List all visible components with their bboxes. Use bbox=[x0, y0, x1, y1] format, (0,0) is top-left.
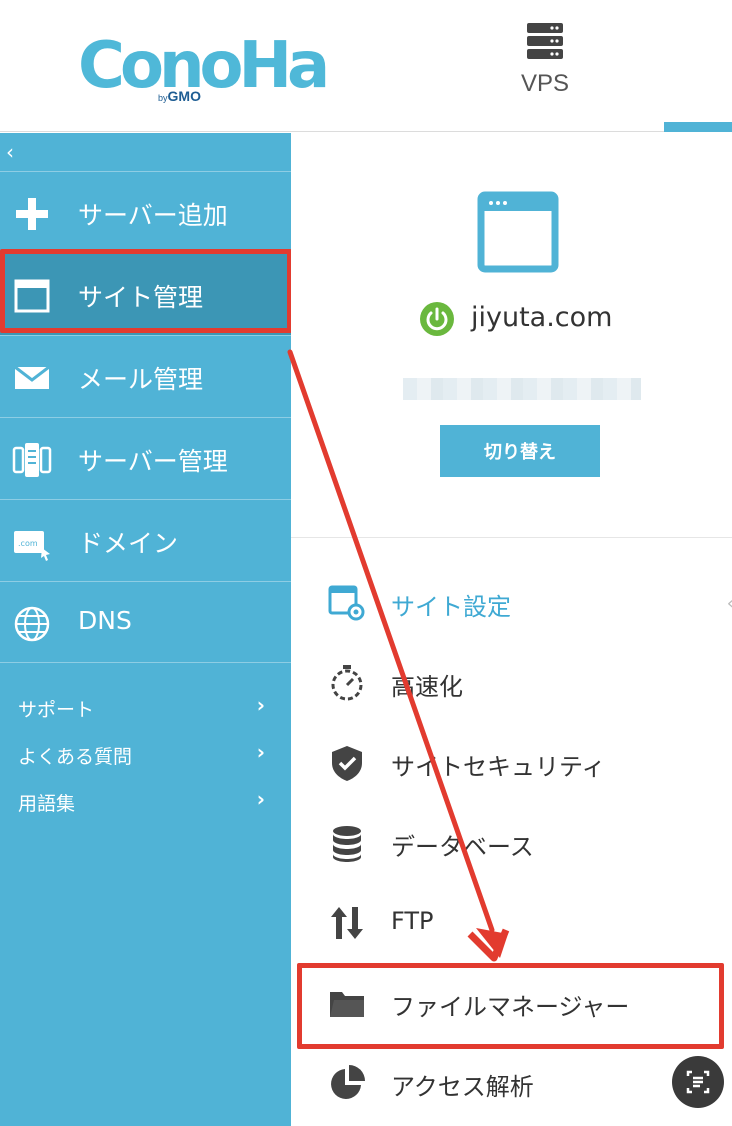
menu-item-label: サイト設定 bbox=[391, 593, 511, 621]
menu-item-label: サイトセキュリティ bbox=[391, 753, 606, 781]
site-domain: jiyuta.com bbox=[471, 302, 613, 333]
sidebar-item-label: DNS bbox=[78, 606, 132, 635]
sidebar-item-add-server[interactable]: サーバー追加 bbox=[0, 171, 291, 253]
server-stack-icon bbox=[527, 23, 563, 59]
chevron-left-icon: ‹ bbox=[727, 593, 732, 614]
collapse-sidebar-button[interactable]: ‹ bbox=[6, 139, 26, 165]
vps-label: VPS bbox=[520, 70, 570, 97]
text-scan-icon bbox=[686, 1070, 710, 1094]
glossary-link[interactable]: 用語集 › bbox=[18, 787, 273, 817]
vps-tab[interactable]: VPS bbox=[510, 20, 580, 100]
top-header: ConoHa byGMO VPS bbox=[0, 0, 732, 132]
sidebar-item-server-management[interactable]: サーバー管理 bbox=[0, 417, 291, 499]
logo-by: by bbox=[158, 93, 168, 103]
active-tab-indicator bbox=[664, 122, 732, 132]
browser-window-icon bbox=[477, 191, 559, 273]
power-status-icon bbox=[420, 302, 454, 336]
sidebar-item-domain[interactable]: .com ドメイン bbox=[0, 499, 291, 581]
plus-icon bbox=[16, 198, 48, 230]
faq-link-label: よくある質問 bbox=[18, 746, 133, 768]
site-settings-icon bbox=[328, 585, 365, 621]
menu-item-speedup[interactable]: 高速化 bbox=[291, 643, 732, 723]
annotation-highlight-site-management bbox=[0, 249, 292, 333]
database-icon bbox=[333, 826, 361, 862]
globe-icon bbox=[14, 606, 50, 642]
annotation-highlight-file-manager bbox=[297, 963, 724, 1049]
support-link[interactable]: サポート › bbox=[18, 693, 273, 723]
pie-chart-icon bbox=[331, 1065, 365, 1099]
redacted-info bbox=[403, 378, 641, 400]
logo-company: GMO bbox=[167, 88, 201, 104]
support-link-label: サポート bbox=[18, 699, 95, 721]
menu-item-label: 高速化 bbox=[391, 673, 463, 701]
shield-check-icon bbox=[332, 746, 362, 781]
logo-byline: byGMO bbox=[158, 88, 201, 104]
faq-link[interactable]: よくある質問 › bbox=[18, 740, 273, 770]
logo-text: ConoHa bbox=[78, 29, 330, 103]
site-card: jiyuta.com 切り替え bbox=[291, 133, 732, 538]
sidebar-item-label: ドメイン bbox=[78, 529, 179, 558]
menu-item-site-settings[interactable]: サイト設定 ‹ bbox=[291, 563, 732, 643]
sidebar-item-label: サーバー管理 bbox=[78, 447, 228, 476]
menu-item-label: データベース bbox=[391, 833, 534, 861]
menu-item-ftp[interactable]: FTP bbox=[291, 883, 732, 963]
menu-item-access-analytics[interactable]: アクセス解析 bbox=[291, 1043, 732, 1123]
transfer-arrows-icon bbox=[331, 907, 363, 939]
page: ConoHa byGMO VPS ‹ サーバー追加 サイト管理 メール管理 サー… bbox=[0, 0, 732, 1126]
stopwatch-icon bbox=[331, 665, 363, 701]
chevron-right-icon: › bbox=[256, 693, 265, 717]
chevron-right-icon: › bbox=[256, 787, 265, 811]
menu-item-label: アクセス解析 bbox=[391, 1073, 534, 1101]
envelope-icon bbox=[14, 365, 50, 389]
conoha-logo[interactable]: ConoHa byGMO bbox=[78, 26, 338, 112]
menu-item-database[interactable]: データベース bbox=[291, 803, 732, 883]
domain-icon: .com bbox=[14, 531, 50, 561]
sidebar-item-mail-management[interactable]: メール管理 bbox=[0, 335, 291, 417]
server-devices-icon bbox=[12, 443, 52, 477]
sidebar-item-dns[interactable]: DNS bbox=[0, 581, 291, 663]
chevron-right-icon: › bbox=[256, 740, 265, 764]
menu-item-site-security[interactable]: サイトセキュリティ bbox=[291, 723, 732, 803]
switch-site-button[interactable]: 切り替え bbox=[440, 425, 600, 477]
glossary-link-label: 用語集 bbox=[18, 793, 76, 815]
menu-item-label: FTP bbox=[391, 907, 434, 935]
sidebar-item-label: メール管理 bbox=[78, 365, 204, 394]
scan-text-button[interactable] bbox=[672, 1056, 724, 1108]
sidebar-item-label: サーバー追加 bbox=[78, 201, 228, 230]
svg-text:.com: .com bbox=[18, 539, 38, 548]
